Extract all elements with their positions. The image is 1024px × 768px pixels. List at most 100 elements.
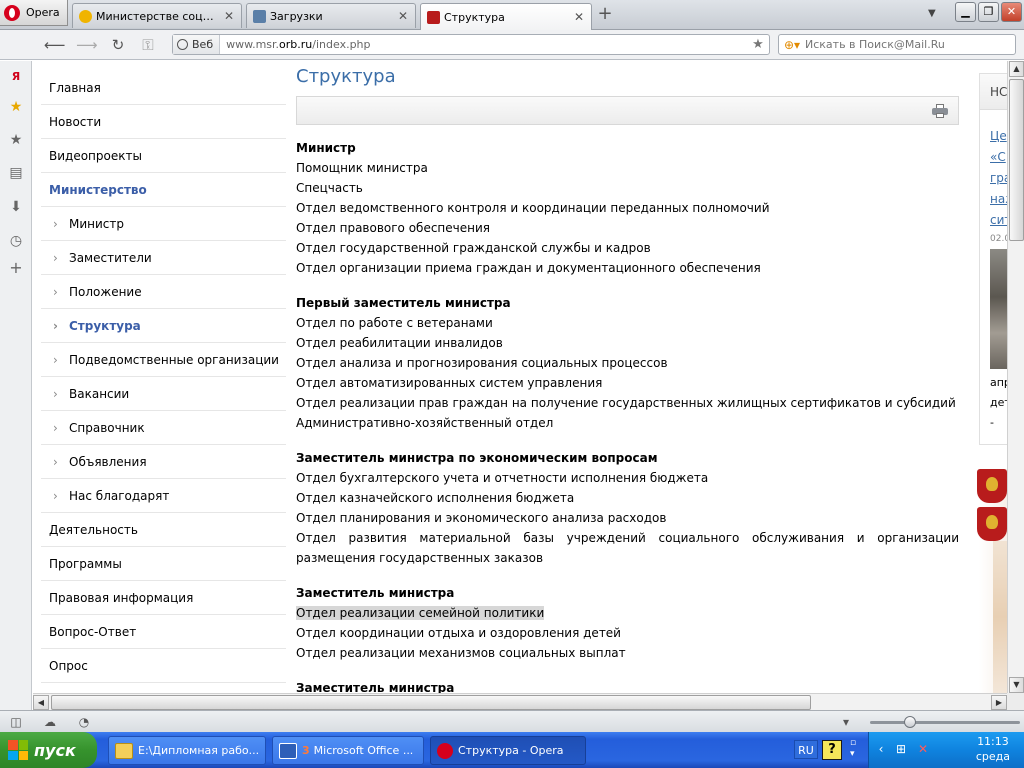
nav-item[interactable]: Вопрос-Ответ bbox=[41, 615, 286, 649]
tab-ministry[interactable]: Министерстве социаль... ✕ bbox=[72, 3, 242, 28]
taskbar-item-opera[interactable]: Структура - Opera bbox=[430, 736, 586, 765]
search-engine-icon[interactable]: ⊕▾ bbox=[779, 38, 805, 52]
russia-emblem-icon[interactable] bbox=[977, 507, 1007, 541]
security-alert-icon[interactable]: ✕ bbox=[915, 741, 931, 757]
add-panel-icon[interactable]: + bbox=[8, 260, 24, 276]
zoom-slider-knob[interactable] bbox=[904, 716, 916, 728]
opera-status-bar: ◫ ☁ ◔ ▾ bbox=[0, 710, 1024, 732]
vertical-scrollbar[interactable]: ▲ ▼ bbox=[1007, 61, 1024, 693]
wand-key-button[interactable]: ⚿ bbox=[138, 35, 158, 55]
language-indicator[interactable]: RU bbox=[794, 740, 818, 759]
nav-item[interactable]: Положение bbox=[41, 275, 286, 309]
speed-dial-icon[interactable]: ◔ bbox=[76, 714, 92, 730]
banner-image[interactable] bbox=[993, 541, 1007, 693]
close-icon[interactable]: ✕ bbox=[396, 9, 410, 23]
word-icon bbox=[279, 742, 297, 759]
reload-button[interactable]: ↻ bbox=[108, 35, 128, 55]
scroll-right-button[interactable]: ▶ bbox=[991, 695, 1007, 710]
nav-item[interactable]: Опрос bbox=[41, 649, 286, 683]
taskbar-item-explorer[interactable]: E:\Дипломная рабо... bbox=[108, 736, 266, 765]
department-item: Отдел государственной гражданской службы… bbox=[296, 238, 959, 258]
scroll-left-button[interactable]: ◀ bbox=[33, 695, 49, 710]
star-bookmarks-icon[interactable]: ★ bbox=[8, 99, 24, 115]
taskbar-item-word[interactable]: 3 Microsoft Office ... bbox=[272, 736, 424, 765]
news-photo[interactable] bbox=[990, 249, 1007, 369]
scroll-up-button[interactable]: ▲ bbox=[1009, 61, 1024, 77]
news-link[interactable]: гра bbox=[980, 168, 1007, 189]
opera-unite-icon[interactable]: ☁ bbox=[42, 714, 58, 730]
nav-item[interactable]: Новости bbox=[41, 105, 286, 139]
nav-item[interactable]: Подведомственные организации bbox=[41, 343, 286, 377]
horizontal-scroll-thumb[interactable] bbox=[51, 695, 811, 710]
tab-structure[interactable]: Структура ✕ bbox=[420, 3, 592, 30]
globe-icon bbox=[177, 39, 188, 50]
forward-button[interactable]: ⟶ bbox=[76, 35, 98, 55]
print-icon[interactable] bbox=[932, 104, 948, 118]
url-text[interactable]: www.msr.orb.ru/index.php bbox=[220, 38, 750, 51]
scroll-down-button[interactable]: ▼ bbox=[1009, 677, 1024, 693]
vertical-scroll-thumb[interactable] bbox=[1009, 79, 1024, 241]
news-header: НС bbox=[980, 74, 1007, 110]
address-field[interactable]: Веб www.msr.orb.ru/index.php ★ bbox=[172, 34, 770, 55]
close-icon[interactable]: ✕ bbox=[572, 10, 586, 24]
department-label: Отдел государственной гражданской службы… bbox=[296, 241, 651, 255]
new-tab-button[interactable]: + bbox=[594, 5, 616, 25]
opera-logo-icon bbox=[4, 4, 20, 21]
downloads-icon[interactable]: ⬇ bbox=[8, 199, 24, 215]
notes-icon[interactable]: ▤ bbox=[8, 165, 24, 181]
nav-item[interactable]: Вакансии bbox=[41, 377, 286, 411]
section-heading: Заместитель министра bbox=[296, 586, 455, 600]
news-link[interactable]: Це bbox=[980, 126, 1007, 147]
scroll-corner bbox=[1007, 693, 1024, 710]
department-item: Отдел развития материальной базы учрежде… bbox=[296, 528, 959, 568]
view-options-icon[interactable]: ▾ bbox=[838, 714, 854, 730]
nav-item[interactable]: Министр bbox=[41, 207, 286, 241]
nav-item[interactable]: Главная bbox=[41, 71, 286, 105]
history-icon[interactable]: ◷ bbox=[8, 233, 24, 249]
web-badge[interactable]: Веб bbox=[173, 35, 221, 54]
tab-downloads[interactable]: Загрузки ✕ bbox=[246, 3, 416, 28]
department-item: Отдел правового обеспечения bbox=[296, 218, 959, 238]
section-heading: Министр bbox=[296, 141, 356, 155]
orenburg-emblem-icon[interactable] bbox=[977, 469, 1007, 503]
clock[interactable]: 11:13 среда bbox=[976, 734, 1010, 764]
structure-section: Заместитель министра по экономическим во… bbox=[296, 448, 959, 568]
network-icon[interactable]: ⊞ bbox=[893, 741, 909, 757]
tab-label: Загрузки bbox=[270, 9, 323, 23]
nav-item[interactable]: Деятельность bbox=[41, 513, 286, 547]
nav-item[interactable]: Объявления bbox=[41, 445, 286, 479]
news-link[interactable]: сит bbox=[980, 210, 1007, 231]
horizontal-scrollbar[interactable]: ◀ ▶ bbox=[33, 693, 1007, 710]
nav-item[interactable]: Министерство bbox=[41, 173, 286, 207]
search-input[interactable] bbox=[805, 38, 1005, 51]
nav-item[interactable]: Нас благодарят bbox=[41, 479, 286, 513]
start-button[interactable]: пуск bbox=[0, 732, 97, 768]
department-label: Отдел координации отдыха и оздоровления … bbox=[296, 626, 621, 640]
news-link[interactable]: «С bbox=[980, 147, 1007, 168]
tab-list-chevron-icon[interactable]: ▼ bbox=[928, 8, 936, 19]
nav-item[interactable]: Правовая информация bbox=[41, 581, 286, 615]
page-viewport: ГлавнаяНовостиВидеопроектыМинистерствоМи… bbox=[33, 61, 1007, 693]
close-window-button[interactable]: ✕ bbox=[1001, 2, 1022, 22]
news-link[interactable]: наж bbox=[980, 189, 1007, 210]
opera-menu-button[interactable]: Opera bbox=[0, 0, 68, 26]
search-field[interactable]: ⊕▾ bbox=[778, 34, 1016, 55]
nav-item[interactable]: Видеопроекты bbox=[41, 139, 286, 173]
star-icon[interactable]: ★ bbox=[8, 132, 24, 148]
close-icon[interactable]: ✕ bbox=[222, 9, 236, 23]
page-title: Структура bbox=[296, 66, 396, 87]
bookmark-star-icon[interactable]: ★ bbox=[750, 37, 766, 52]
help-icon[interactable]: ? bbox=[822, 740, 842, 760]
panel-toggle-icon[interactable]: ◫ bbox=[8, 714, 24, 730]
minimize-button[interactable]: ▁ bbox=[955, 2, 976, 22]
language-bar-options-icon[interactable]: ▫ ▾ bbox=[850, 738, 856, 760]
nav-item[interactable]: Структура bbox=[41, 309, 286, 343]
back-button[interactable]: ⟵ bbox=[44, 35, 66, 55]
nav-item[interactable]: Справочник bbox=[41, 411, 286, 445]
zoom-slider[interactable] bbox=[870, 721, 1020, 724]
nav-item[interactable]: Заместители bbox=[41, 241, 286, 275]
yandex-icon[interactable]: Я bbox=[8, 69, 24, 85]
nav-item[interactable]: Программы bbox=[41, 547, 286, 581]
show-hidden-icons-icon[interactable]: ‹ bbox=[873, 741, 889, 757]
restore-button[interactable]: ❐ bbox=[978, 2, 999, 22]
